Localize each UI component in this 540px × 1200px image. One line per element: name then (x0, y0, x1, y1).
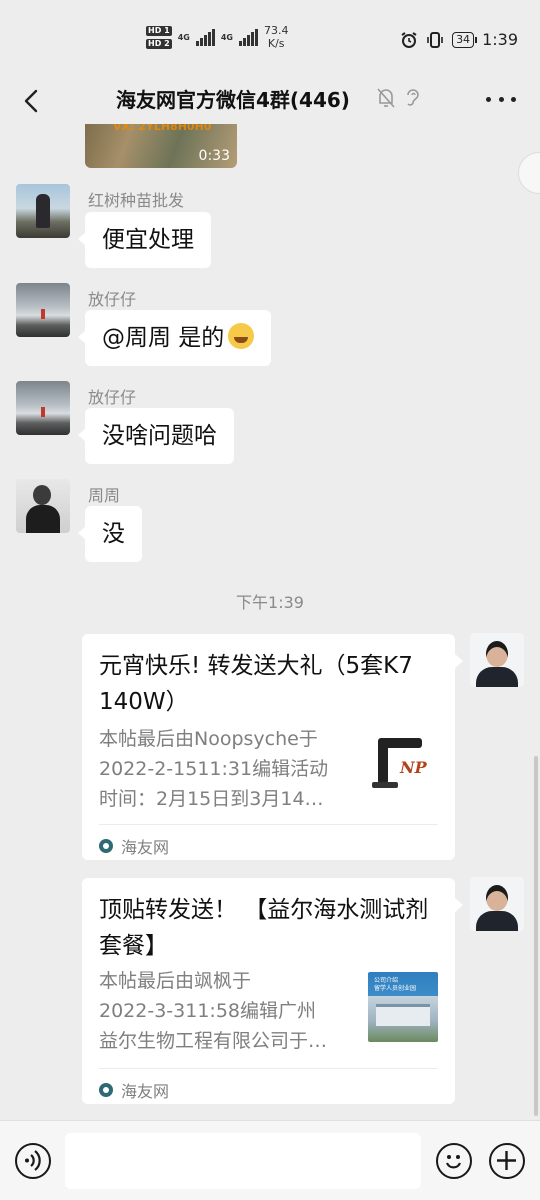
source-app-icon (99, 1083, 113, 1097)
card-thumbnail: 公司介绍 留学人员创业园 (368, 972, 438, 1042)
card-divider (99, 824, 438, 825)
message-input[interactable] (65, 1133, 421, 1189)
message-bubble[interactable]: 没啥问题哈 (78, 408, 234, 464)
message-text: @周周 是的 (102, 325, 225, 351)
input-bar (0, 1120, 540, 1200)
signal-icon (238, 28, 258, 46)
emoji-button[interactable] (436, 1143, 472, 1179)
card-description: 本帖最后由飒枫于 2022-3-311:58编辑广州 益尔生物工程有限公司于… (99, 966, 357, 1056)
sender-name: 红树种苗批发 (88, 191, 185, 210)
message-list[interactable]: VX: 2YLH8H0H0 0:33 红树种苗批发 便宜处理 放仔仔 @周周 是… (0, 124, 540, 1120)
status-left-group: HD 1 HD 2 4G 4G 73.4 K/s (146, 24, 288, 50)
thumb-caption-2: 留学人员创业园 (374, 985, 417, 992)
source-name: 海友网 (121, 1082, 170, 1101)
card-desc-line: 本帖最后由飒枫于 (99, 970, 252, 992)
vibrate-icon (427, 31, 443, 48)
signal-icon (195, 28, 215, 46)
message-bubble[interactable]: @周周 是的 (77, 310, 272, 366)
card-description: 本帖最后由Noopsyche于 2022-2-1511:31编辑活动 时间：2月… (99, 724, 357, 814)
network-type-1: 4G (177, 32, 190, 42)
card-desc-line: 2022-3-311:58编辑广州 (99, 1000, 316, 1022)
plus-icon (497, 1151, 516, 1170)
sender-name: 放仔仔 (88, 290, 137, 309)
laughing-tears-emoji-icon (228, 323, 255, 349)
side-float-handle[interactable] (518, 152, 540, 194)
chat-title: 海友网官方微信4群(446) (116, 88, 350, 112)
more-button[interactable] (486, 84, 516, 114)
card-desc-line: 时间：2月15日到3月14… (99, 788, 324, 810)
source-name: 海友网 (121, 838, 170, 857)
chat-header: 海友网官方微信4群(446) (0, 78, 540, 124)
timestamp-divider: 下午1:39 (236, 593, 304, 612)
message-bubble[interactable]: 便宜处理 (78, 212, 211, 268)
my-avatar[interactable] (470, 633, 524, 687)
more-functions-button[interactable] (489, 1143, 525, 1179)
source-app-icon (99, 839, 113, 853)
status-right-group: 34 1:39 (400, 30, 518, 49)
voice-icon (25, 1150, 41, 1171)
message-bubble[interactable]: 没 (78, 506, 142, 562)
network-type-2: 4G (220, 32, 233, 42)
card-desc-line: 本帖最后由Noopsyche于 (99, 728, 318, 750)
card-desc-line: 2022-2-1511:31编辑活动 (99, 758, 329, 780)
hd2-badge: HD 2 (146, 38, 172, 49)
avatar[interactable] (16, 184, 70, 238)
mute-bell-icon (377, 88, 395, 108)
emoji-icon (445, 1155, 462, 1169)
battery-icon: 34 (452, 31, 478, 48)
network-speed: 73.4 K/s (264, 24, 289, 50)
my-avatar[interactable] (470, 877, 524, 931)
voice-button[interactable] (15, 1143, 51, 1179)
avatar[interactable] (16, 381, 70, 435)
sender-name: 放仔仔 (88, 388, 137, 407)
avatar[interactable] (16, 479, 70, 533)
card-title: 顶贴转发送！ 【益尔海水测试剂套餐】 (99, 897, 429, 959)
card-desc-line: 益尔生物工程有限公司于… (99, 1030, 328, 1052)
back-icon (24, 89, 38, 113)
alarm-icon (401, 31, 417, 48)
video-duration: 0:33 (198, 148, 230, 164)
hd-badges: HD 1 HD 2 (146, 25, 172, 49)
status-bar: HD 1 HD 2 4G 4G 73.4 K/s 34 1:39 (0, 0, 540, 78)
back-button[interactable] (18, 86, 48, 116)
card-divider (99, 1068, 438, 1069)
thumb-caption-1: 公司介绍 (374, 977, 399, 984)
clock: 1:39 (482, 30, 518, 49)
link-card[interactable]: 顶贴转发送！ 【益尔海水测试剂套餐】 本帖最后由飒枫于 2022-3-311:5… (82, 878, 463, 1104)
speed-value: 73.4 (263, 24, 289, 37)
ear-icon (407, 89, 419, 106)
video-message[interactable]: VX: 2YLH8H0H0 0:33 (85, 124, 237, 168)
avatar[interactable] (16, 283, 70, 337)
scrollbar[interactable] (534, 756, 538, 1116)
link-card[interactable]: 元宵快乐! 转发送大礼（5套K7 140W） 本帖最后由Noopsyche于 2… (82, 634, 463, 860)
speed-unit: K/s (267, 37, 285, 50)
hd1-badge: HD 1 (146, 25, 172, 36)
thumb-logo-text: NP (400, 758, 427, 777)
card-source: 海友网 (99, 1078, 169, 1102)
more-icon (486, 96, 491, 102)
card-source: 海友网 (99, 834, 169, 858)
card-thumbnail: NP (368, 732, 438, 802)
sender-name: 周周 (88, 486, 121, 505)
video-watermark: VX: 2YLH8H0H0 (113, 124, 212, 133)
card-title: 元宵快乐! 转发送大礼（5套K7 140W） (99, 653, 413, 715)
